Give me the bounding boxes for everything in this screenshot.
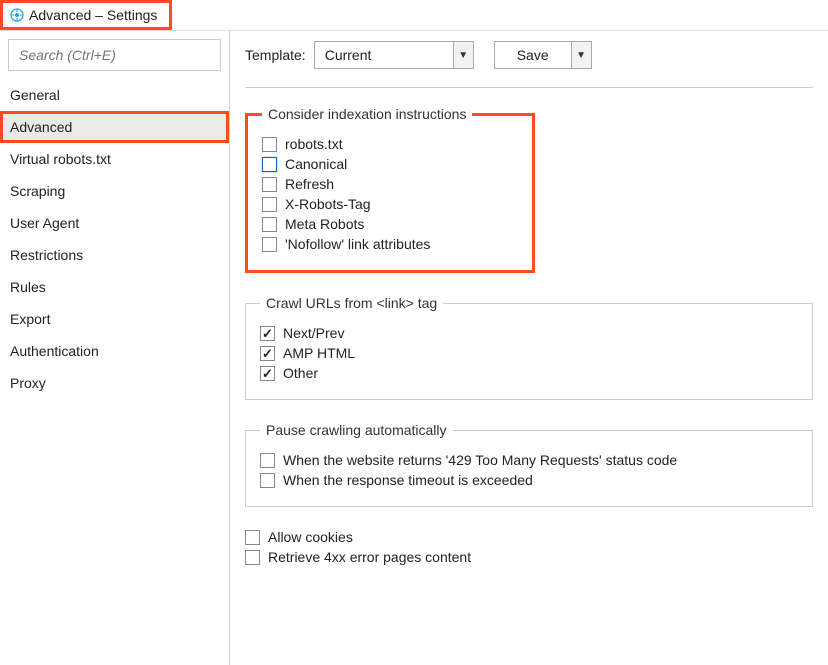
sidebar-search[interactable] bbox=[8, 39, 221, 71]
checkbox-429[interactable] bbox=[260, 453, 275, 468]
group-pause-legend: Pause crawling automatically bbox=[260, 422, 453, 438]
template-value: Current bbox=[315, 47, 453, 63]
check-row-metarobots[interactable]: Meta Robots bbox=[262, 216, 518, 232]
checkbox-label: Next/Prev bbox=[283, 325, 344, 341]
checkbox-label: Allow cookies bbox=[268, 529, 353, 545]
checkbox-label: Retrieve 4xx error pages content bbox=[268, 549, 471, 565]
divider bbox=[245, 87, 813, 88]
loose-options: Allow cookies Retrieve 4xx error pages c… bbox=[245, 529, 813, 565]
group-link-tag: Crawl URLs from <link> tag Next/Prev AMP… bbox=[245, 295, 813, 400]
template-dropdown[interactable]: Current ▼ bbox=[314, 41, 474, 69]
sidebar-item-scraping[interactable]: Scraping bbox=[0, 175, 229, 207]
checkbox-label: robots.txt bbox=[285, 136, 343, 152]
check-row-amp[interactable]: AMP HTML bbox=[260, 345, 798, 361]
checkbox-refresh[interactable] bbox=[262, 177, 277, 192]
group-pause: Pause crawling automatically When the we… bbox=[245, 422, 813, 507]
checkbox-retrieve-4xx[interactable] bbox=[245, 550, 260, 565]
checkbox-label: Canonical bbox=[285, 156, 347, 172]
window-title: Advanced – Settings bbox=[29, 7, 157, 23]
chevron-down-icon: ▼ bbox=[571, 42, 591, 68]
checkbox-canonical[interactable] bbox=[262, 157, 277, 172]
checkbox-label: AMP HTML bbox=[283, 345, 355, 361]
sidebar-item-virtual-robots[interactable]: Virtual robots.txt bbox=[0, 143, 229, 175]
checkbox-allow-cookies[interactable] bbox=[245, 530, 260, 545]
check-row-refresh[interactable]: Refresh bbox=[262, 176, 518, 192]
checkbox-label: Meta Robots bbox=[285, 216, 364, 232]
group-link-tag-legend: Crawl URLs from <link> tag bbox=[260, 295, 443, 311]
sidebar-item-user-agent[interactable]: User Agent bbox=[0, 207, 229, 239]
save-button[interactable]: Save ▼ bbox=[494, 41, 592, 69]
check-row-other[interactable]: Other bbox=[260, 365, 798, 381]
sidebar-item-export[interactable]: Export bbox=[0, 303, 229, 335]
checkbox-nextprev[interactable] bbox=[260, 326, 275, 341]
checkbox-other[interactable] bbox=[260, 366, 275, 381]
checkbox-nofollow[interactable] bbox=[262, 237, 277, 252]
template-label: Template: bbox=[245, 47, 306, 63]
checkbox-metarobots[interactable] bbox=[262, 217, 277, 232]
sidebar-item-authentication[interactable]: Authentication bbox=[0, 335, 229, 367]
window-titlebar: Advanced – Settings bbox=[0, 0, 172, 30]
check-row-nofollow[interactable]: 'Nofollow' link attributes bbox=[262, 236, 518, 252]
checkbox-xrobots[interactable] bbox=[262, 197, 277, 212]
sidebar: General Advanced Virtual robots.txt Scra… bbox=[0, 31, 230, 665]
main-panel: Template: Current ▼ Save ▼ Consider inde… bbox=[230, 31, 828, 665]
check-row-nextprev[interactable]: Next/Prev bbox=[260, 325, 798, 341]
checkbox-label: X-Robots-Tag bbox=[285, 196, 371, 212]
save-button-label: Save bbox=[495, 47, 571, 63]
checkbox-label: 'Nofollow' link attributes bbox=[285, 236, 430, 252]
group-indexation-legend: Consider indexation instructions bbox=[262, 106, 472, 122]
checkbox-label: Other bbox=[283, 365, 318, 381]
sidebar-item-proxy[interactable]: Proxy bbox=[0, 367, 229, 399]
check-row-retrieve-4xx[interactable]: Retrieve 4xx error pages content bbox=[245, 549, 813, 565]
checkbox-label: When the response timeout is exceeded bbox=[283, 472, 533, 488]
checkbox-amp[interactable] bbox=[260, 346, 275, 361]
checkbox-label: When the website returns '429 Too Many R… bbox=[283, 452, 677, 468]
checkbox-timeout[interactable] bbox=[260, 473, 275, 488]
app-icon bbox=[9, 7, 25, 23]
checkbox-label: Refresh bbox=[285, 176, 334, 192]
sidebar-item-restrictions[interactable]: Restrictions bbox=[0, 239, 229, 271]
chevron-down-icon: ▼ bbox=[453, 42, 473, 68]
check-row-robots[interactable]: robots.txt bbox=[262, 136, 518, 152]
sidebar-item-rules[interactable]: Rules bbox=[0, 271, 229, 303]
check-row-allow-cookies[interactable]: Allow cookies bbox=[245, 529, 813, 545]
sidebar-item-general[interactable]: General bbox=[0, 79, 229, 111]
check-row-xrobots[interactable]: X-Robots-Tag bbox=[262, 196, 518, 212]
group-indexation: Consider indexation instructions robots.… bbox=[245, 106, 535, 273]
checkbox-robots[interactable] bbox=[262, 137, 277, 152]
check-row-429[interactable]: When the website returns '429 Too Many R… bbox=[260, 452, 798, 468]
sidebar-nav: General Advanced Virtual robots.txt Scra… bbox=[0, 79, 229, 399]
search-input[interactable] bbox=[17, 46, 212, 64]
template-toolbar: Template: Current ▼ Save ▼ bbox=[245, 41, 813, 69]
check-row-timeout[interactable]: When the response timeout is exceeded bbox=[260, 472, 798, 488]
check-row-canonical[interactable]: Canonical bbox=[262, 156, 518, 172]
sidebar-item-advanced[interactable]: Advanced bbox=[0, 111, 229, 143]
